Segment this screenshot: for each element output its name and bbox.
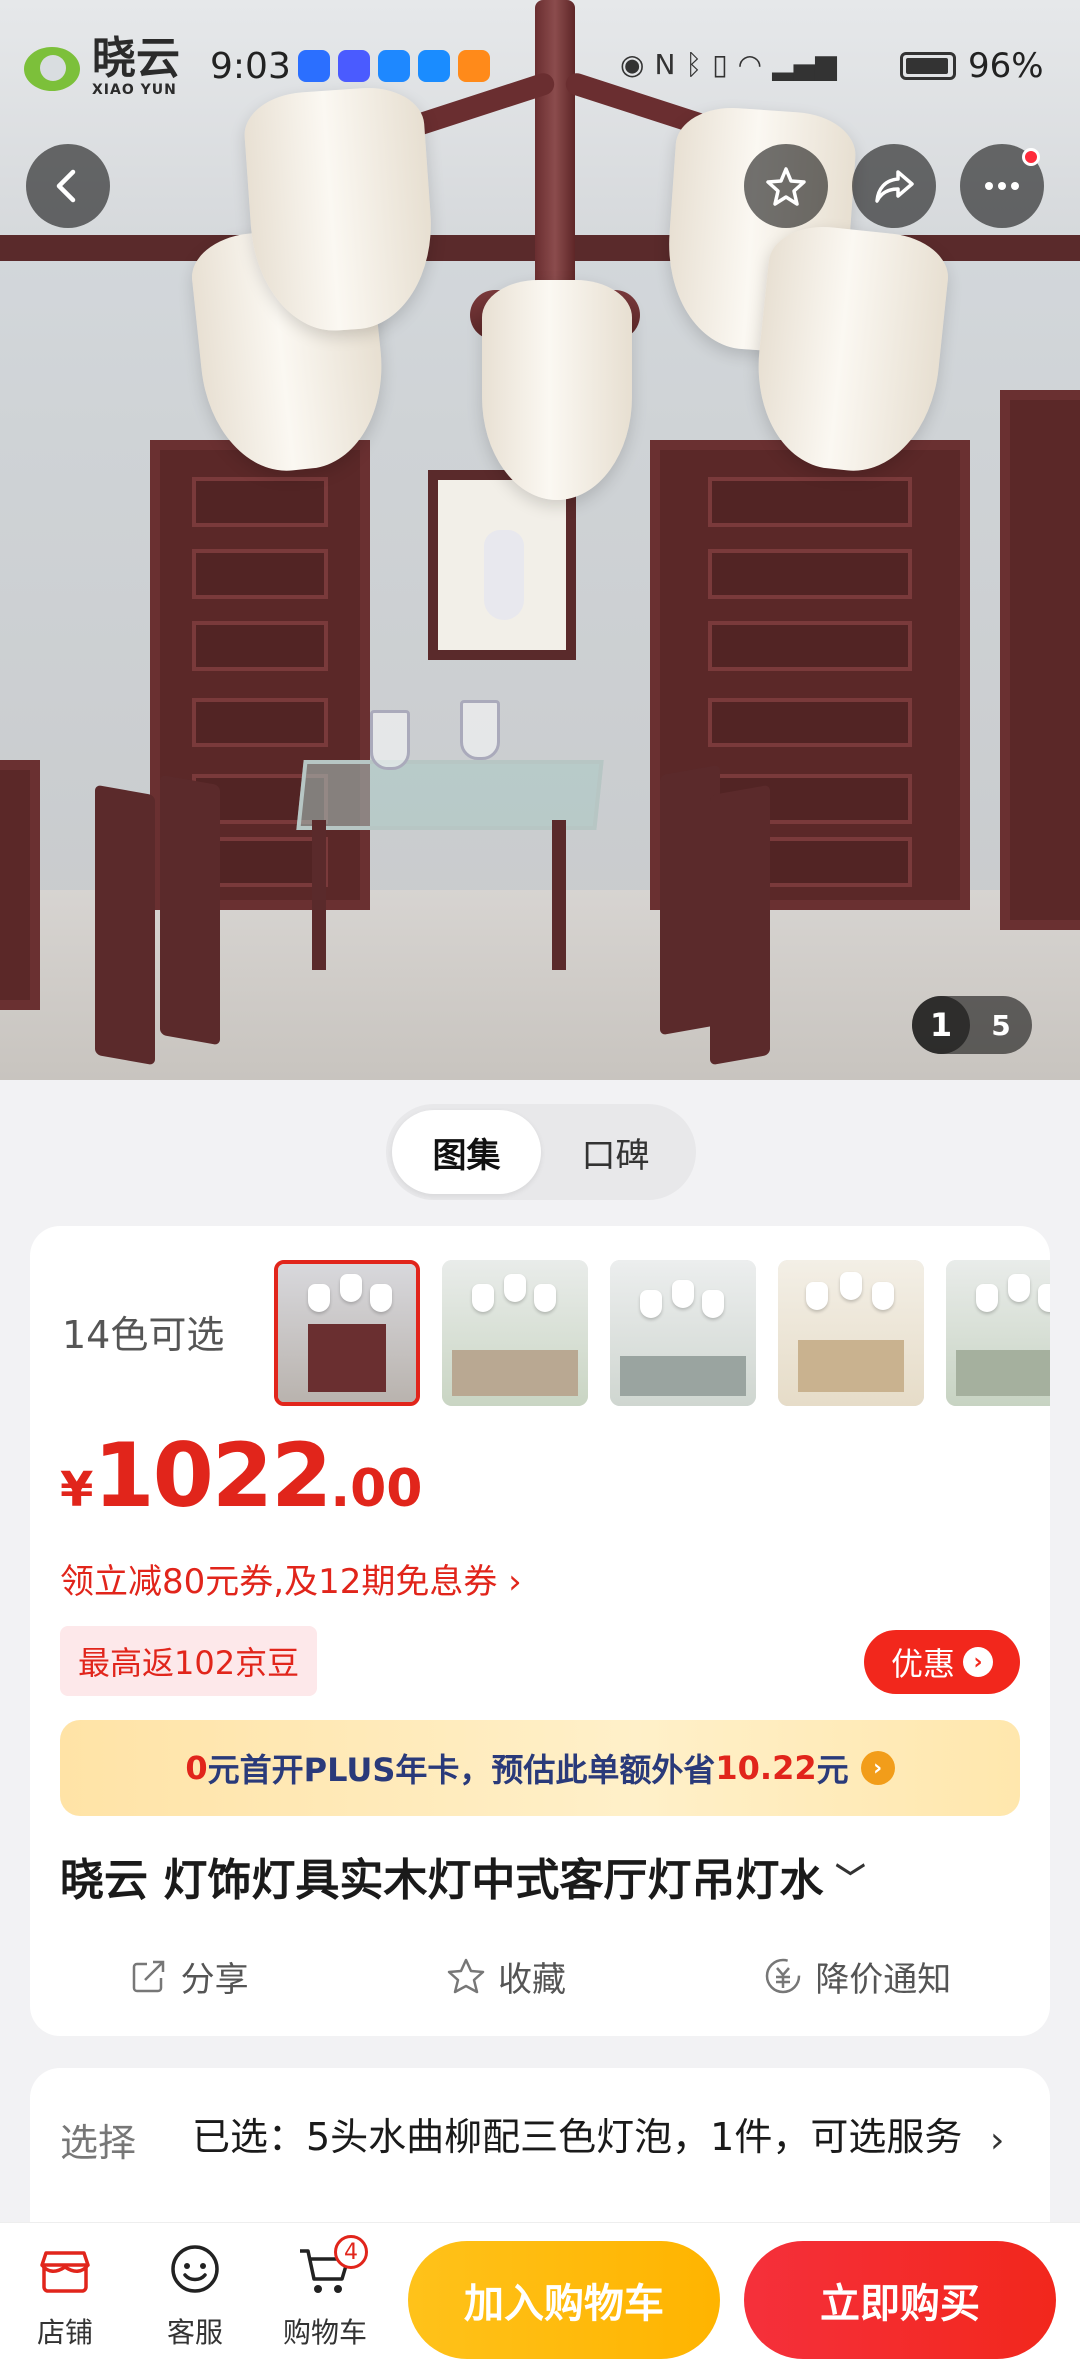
tab-gallery[interactable]: 图集 (392, 1110, 541, 1194)
signal-icon: ▂▄▆ (772, 48, 837, 81)
product-image-carousel[interactable]: 晓云 XIAO YUN 9:03 ◉ N ᛒ ▯ ◠ ▂▄▆ 96% 1 5 (0, 0, 1080, 1080)
star-icon (766, 167, 806, 206)
clock: 9:03 (210, 46, 291, 87)
bottom-action-bar: 店铺 客服 4 购物车 加入购物车 立即购买 (0, 2222, 1080, 2376)
discount-button[interactable]: 优惠 › (864, 1630, 1020, 1694)
video-app-icon (458, 50, 490, 82)
table-leg (552, 820, 566, 970)
cart-label: 购物车 (282, 2316, 367, 2349)
store-icon (40, 2251, 90, 2293)
cloud-app-icon (378, 50, 410, 82)
favorite-button[interactable] (744, 144, 828, 228)
tab-reviews[interactable]: 口碑 (541, 1110, 690, 1194)
lamp-shade (482, 280, 632, 500)
discount-button-label: 优惠 (890, 1645, 955, 1683)
graduate-app-icon (338, 50, 370, 82)
share-action[interactable]: 分享 (129, 1952, 249, 2001)
chair (710, 784, 770, 1066)
product-actions: 分享 收藏 降价通知 (30, 1936, 1050, 2016)
plus-text: 元首开PLUS年卡，预估此单额外省 (207, 1751, 716, 1789)
store-label: 店铺 (36, 2316, 93, 2349)
cart-button[interactable]: 4 购物车 (270, 2235, 380, 2351)
coupon-link[interactable]: 领立减80元券,及12期免息券 › (60, 1554, 522, 1603)
bluetooth-icon: ᛒ (685, 48, 703, 81)
customer-service-label: 客服 (166, 2316, 223, 2349)
price: ¥ 1022 .00 (60, 1424, 422, 1527)
selection-label: 选择 (60, 2121, 137, 2165)
nfc-icon: N (654, 48, 676, 81)
total-images: 5 (991, 1008, 1011, 1042)
color-thumbnail[interactable] (778, 1260, 924, 1406)
chevron-right-icon: › (860, 1751, 895, 1785)
plus-prefix: 0 (185, 1749, 208, 1787)
product-title[interactable]: 晓云 灯饰灯具实木灯中式客厅灯吊灯水 ﹀ (60, 1844, 865, 1908)
store-button[interactable]: 店铺 (10, 2239, 120, 2351)
collect-action[interactable]: 收藏 (446, 1952, 566, 2001)
share-arrow-icon (875, 170, 914, 203)
vibrate-icon: ▯ (712, 48, 728, 81)
shield-app-icon (298, 50, 330, 82)
chat-app-icon (418, 50, 450, 82)
plus-suffix: 元 (816, 1751, 849, 1789)
battery-percent: 96% (968, 46, 1044, 86)
chair (160, 774, 220, 1046)
price-alert-label: 降价通知 (815, 1959, 952, 2000)
product-title-text: 晓云 灯饰灯具实木灯中式客厅灯吊灯水 (60, 1855, 824, 1906)
selection-text: 已选：5头水曲柳配三色灯泡，1件，可选服务 (192, 2115, 963, 2159)
more-button[interactable] (960, 144, 1044, 228)
product-detail-page: 晓云 XIAO YUN 9:03 ◉ N ᛒ ▯ ◠ ▂▄▆ 96% 1 5 图… (0, 0, 1080, 2376)
back-arrow-icon (56, 169, 76, 203)
color-thumbnail[interactable] (442, 1260, 588, 1406)
brand-name-cn: 晓云 (92, 33, 180, 84)
color-count-label[interactable]: 14色可选 (62, 1304, 224, 1359)
color-thumbnail[interactable] (610, 1260, 756, 1406)
color-thumbnails (274, 1260, 1050, 1406)
plus-amount: 10.22 (715, 1749, 817, 1787)
brand-logo-icon (16, 37, 88, 97)
eye-icon: ◉ (620, 48, 645, 81)
wifi-icon: ◠ (737, 48, 763, 81)
color-thumbnail[interactable] (274, 1260, 420, 1406)
chevron-right-icon: › (990, 2120, 1005, 2161)
media-tab-toggle: 图集 口碑 (386, 1104, 696, 1200)
collect-label: 收藏 (497, 1959, 566, 2000)
cabinet-right (1000, 390, 1080, 930)
current-image-index: 1 (912, 996, 970, 1054)
share-label: 分享 (180, 1959, 249, 2000)
battery-icon (900, 52, 956, 80)
brand-name-en: XIAO YUN (92, 82, 177, 98)
add-to-cart-button[interactable]: 加入购物车 (408, 2241, 720, 2359)
plus-membership-banner[interactable]: 0 元首开PLUS年卡，预估此单额外省 10.22 元 › (60, 1720, 1020, 1816)
back-button[interactable] (26, 144, 110, 228)
notification-icons (298, 50, 490, 82)
price-alert-action[interactable]: 降价通知 (763, 1952, 951, 2001)
share-icon (132, 1960, 164, 1993)
price-decimal: .00 (330, 1459, 423, 1519)
table-leg (312, 820, 326, 970)
image-pager: 1 5 (912, 996, 1032, 1054)
chevron-down-icon: ﹀ (835, 1862, 866, 1897)
cart-count-badge: 4 (334, 2235, 368, 2269)
chat-face-icon (171, 2245, 219, 2293)
jd-beans-badge: 最高返102京豆 (60, 1626, 318, 1696)
color-thumbnail[interactable] (946, 1260, 1050, 1406)
star-icon (447, 1958, 485, 1994)
notification-dot (1022, 148, 1040, 166)
chevron-right-icon: › (963, 1647, 993, 1677)
price-integer: 1022 (93, 1424, 332, 1527)
chair (95, 784, 155, 1066)
price-drop-icon (766, 1958, 801, 1994)
brand-logo: 晓云 XIAO YUN (16, 36, 180, 98)
cabinet-left (0, 760, 40, 1010)
customer-service-button[interactable]: 客服 (140, 2239, 250, 2351)
more-dots-icon (985, 182, 1019, 190)
wine-glass (370, 710, 410, 770)
price-currency: ¥ (60, 1462, 94, 1518)
wine-glass (460, 700, 500, 760)
product-info-card: 14色可选 ¥ 1022 .00 领立减80元券,及12期免息券 › 最高返10… (30, 1226, 1050, 2036)
share-button[interactable] (852, 144, 936, 228)
status-bar: 晓云 XIAO YUN 9:03 ◉ N ᛒ ▯ ◠ ▂▄▆ 96% (0, 30, 1080, 110)
buy-now-button[interactable]: 立即购买 (744, 2241, 1056, 2359)
system-icons: ◉ N ᛒ ▯ ◠ ▂▄▆ (620, 48, 837, 81)
